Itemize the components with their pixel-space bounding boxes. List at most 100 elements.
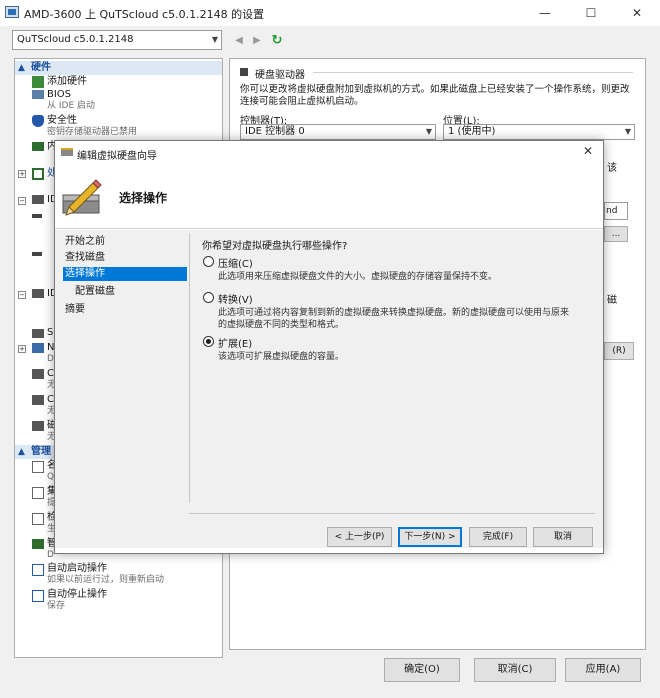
tree-item-add-hardware[interactable]: 添加硬件 (47, 76, 87, 88)
option-description: 该选项可扩展虚拟硬盘的容量。 (218, 352, 345, 362)
option-description: 此选项可通过将内容复制到新的虚拟硬盘来转换虚拟硬盘。新的虚拟硬盘可以使用与原来 (218, 308, 570, 318)
next-button[interactable]: 下一步(N) > (398, 527, 462, 547)
previous-button[interactable]: < 上一步(P) (327, 527, 392, 547)
tree-item-smart-paging-sub: D (47, 550, 54, 560)
option-radio[interactable] (203, 336, 214, 347)
apply-button[interactable]: 应用(A) (565, 658, 641, 682)
location-select[interactable]: 1 (使用中) ▼ (443, 124, 635, 140)
collapse-icon[interactable]: ▲ (18, 61, 25, 75)
expand-icon[interactable]: − (18, 291, 26, 299)
chevron-down-icon: ▼ (425, 127, 432, 136)
shield-icon (32, 115, 44, 127)
controller-select[interactable]: IDE 控制器 0 ▼ (240, 124, 436, 140)
option-label[interactable]: 扩展(E) (218, 335, 252, 350)
name-icon (32, 461, 44, 473)
edit-vhd-wizard-dialog: 编辑虚拟硬盘向导 ✕ 选择操作 开始之前 查找磁盘 选择操作 配置磁盘 摘要 你希望对虚… (54, 140, 604, 554)
tree-item-auto-stop[interactable]: 自动停止操作 (47, 589, 107, 601)
minimize-icon[interactable]: — (522, 0, 568, 26)
chevron-down-icon: ▼ (624, 127, 631, 136)
wizard-step[interactable]: 配置磁盘 (63, 285, 187, 299)
back-arrow-icon[interactable]: ◀ (231, 33, 247, 49)
option-label[interactable]: 压缩(C) (218, 255, 253, 270)
section-description: 你可以更改将虚拟硬盘附加到虚拟机的方式。如果此磁盘上已经安装了一个操作系统，则更… (240, 84, 635, 108)
option-radio[interactable] (203, 256, 214, 267)
scsi-icon (32, 329, 44, 338)
wizard-icon (61, 148, 73, 156)
window-titlebar: AMD-3600 上 QuTScloud c5.0.1.2148 的设置 — ☐… (0, 0, 660, 26)
disk-pencil-icon (62, 179, 102, 216)
vm-selector[interactable]: QuTScloud c5.0.1.2148 ▼ (12, 30, 222, 50)
bios-icon (32, 90, 44, 99)
close-icon[interactable]: ✕ (614, 0, 660, 26)
tree-item-bios[interactable]: BIOS (47, 89, 71, 101)
option-description: 此选项用来压缩虚拟硬盘文件的大小。虚拟硬盘的存储容量保持不变。 (218, 272, 498, 282)
network-adapter-icon (32, 343, 44, 353)
option-description: 的虚拟硬盘不同的类型和格式。 (218, 320, 345, 330)
tree-item-auto-start-sub: 如果以前运行过，则重新启动 (47, 575, 165, 585)
com-port-icon (32, 369, 44, 379)
ide-controller-icon (32, 195, 44, 204)
hard-drive-icon (32, 214, 42, 218)
collapse-icon[interactable]: − (18, 197, 26, 205)
vm-selector-value: QuTScloud c5.0.1.2148 (17, 34, 134, 45)
tree-item-auto-start[interactable]: 自动启动操作 (47, 563, 107, 575)
button-divider (189, 513, 595, 514)
dialog-titlebar: 编辑虚拟硬盘向导 ✕ (55, 141, 603, 165)
tree-item-security-sub: 密钥存储驱动器已禁用 (47, 127, 138, 137)
option-radio[interactable] (203, 292, 214, 303)
wizard-step[interactable]: 查找磁盘 (63, 251, 187, 265)
remove-button-fragment[interactable]: (R) (604, 342, 634, 360)
dialog-title: 编辑虚拟硬盘向导 (77, 151, 157, 162)
tree-item-security[interactable]: 安全性 (47, 115, 77, 127)
dvd-drive-icon (32, 252, 42, 256)
processor-icon (32, 168, 44, 180)
collapse-icon[interactable]: ▲ (18, 445, 25, 459)
checkpoint-icon (32, 513, 44, 525)
tree-item-network-sub: D (47, 354, 54, 364)
steps-divider (189, 233, 190, 503)
tree-item-bios-sub: 从 IDE 启动 (47, 101, 95, 111)
expand-icon[interactable]: + (18, 345, 26, 353)
dialog-heading: 选择操作 (119, 191, 168, 205)
com-port-icon (32, 395, 44, 405)
action-question: 你希望对虚拟硬盘执行哪些操作? (202, 241, 348, 252)
close-icon[interactable]: ✕ (583, 144, 593, 158)
wizard-step[interactable]: 选择操作 (63, 267, 187, 281)
dialog-banner: 选择操作 (55, 165, 603, 229)
diskette-icon (32, 421, 44, 431)
refresh-icon[interactable]: ↻ (269, 33, 285, 49)
collapse-icon[interactable] (240, 68, 248, 76)
section-divider (313, 72, 633, 73)
description-fragment: 该 (607, 163, 617, 174)
app-icon (5, 6, 19, 18)
location-select-value: 1 (使用中) (448, 126, 496, 137)
add-hardware-icon (32, 76, 44, 88)
category-hardware-label: 硬件 (31, 62, 51, 73)
dialog-cancel-button[interactable]: 取消 (533, 527, 593, 547)
wizard-step[interactable]: 摘要 (63, 303, 187, 317)
controller-select-value: IDE 控制器 0 (245, 126, 305, 137)
chevron-down-icon: ▼ (211, 35, 218, 44)
browse-button-fragment[interactable]: ... (604, 226, 628, 242)
memory-icon (32, 142, 44, 151)
cancel-button[interactable]: 取消(C) (474, 658, 556, 682)
wizard-step[interactable]: 开始之前 (63, 235, 187, 249)
option-label[interactable]: 转换(V) (218, 291, 253, 306)
category-hardware[interactable]: ▲ 硬件 (15, 61, 222, 75)
auto-start-icon (32, 564, 44, 576)
window-title: AMD-3600 上 QuTScloud c5.0.1.2148 的设置 (24, 8, 265, 21)
finish-button[interactable]: 完成(F) (469, 527, 527, 547)
ok-button[interactable]: 确定(O) (384, 658, 460, 682)
forward-arrow-icon[interactable]: ▶ (249, 33, 265, 49)
category-management-label: 管理 (31, 446, 51, 457)
description-fragment: 磁 (607, 295, 617, 306)
section-title: 硬盘驱动器 (255, 70, 305, 81)
path-input-fragment[interactable]: nd (604, 202, 628, 220)
ide-controller-icon (32, 289, 44, 298)
description-line: 连接可能会阻止虚拟机启动。 (240, 96, 364, 107)
tree-item-auto-stop-sub: 保存 (47, 601, 66, 611)
maximize-icon[interactable]: ☐ (568, 0, 614, 26)
auto-stop-icon (32, 590, 44, 602)
description-line: 你可以更改将虚拟硬盘附加到虚拟机的方式。如果此磁盘上已经安装了一个操作系统，则更… (240, 84, 630, 95)
expand-icon[interactable]: + (18, 170, 26, 178)
